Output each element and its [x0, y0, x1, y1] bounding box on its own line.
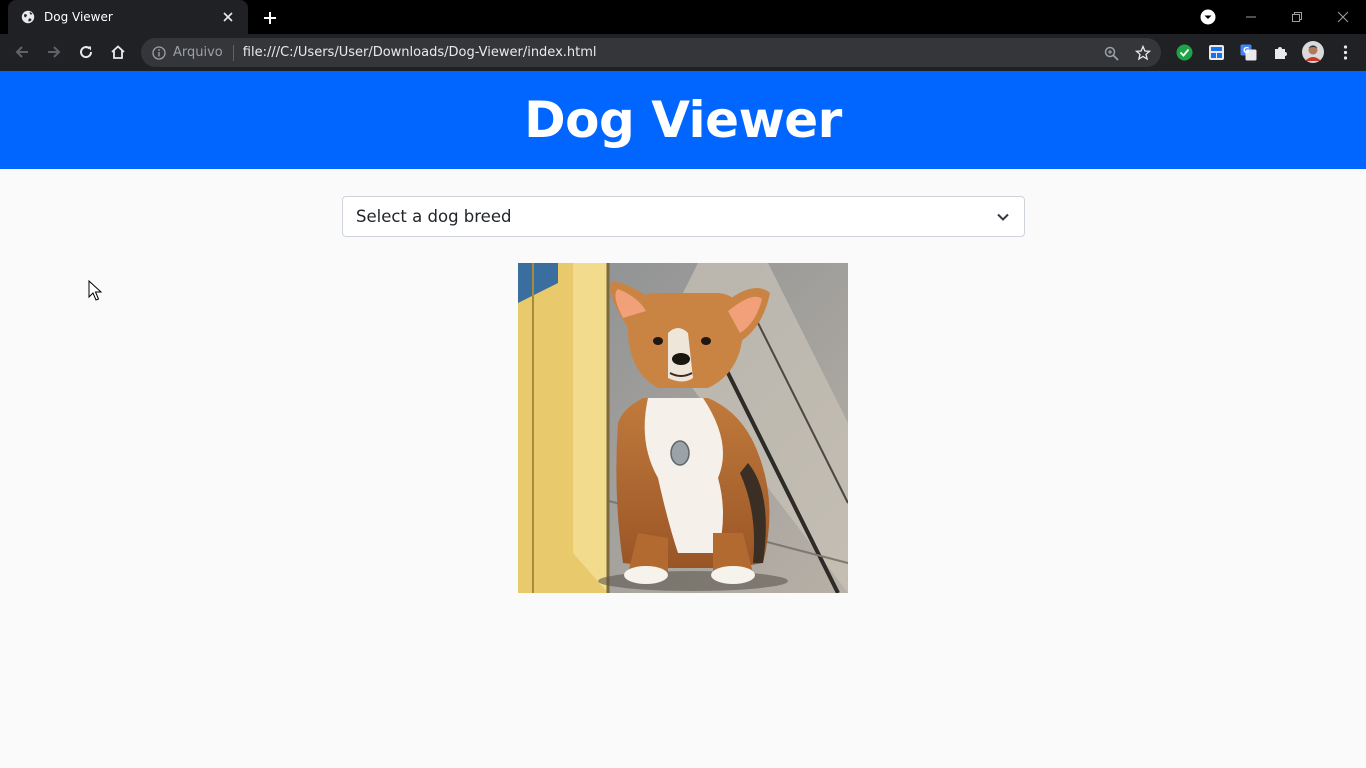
page-header: Dog Viewer — [0, 71, 1366, 169]
breed-select-value: Select a dog breed — [356, 207, 512, 226]
tab-title: Dog Viewer — [44, 10, 113, 24]
browser-tab[interactable]: Dog Viewer — [8, 0, 248, 34]
back-button[interactable] — [8, 38, 36, 66]
restore-button[interactable] — [1274, 0, 1320, 34]
puzzle-icon[interactable] — [1271, 43, 1289, 61]
page-body: Dog Viewer Select a dog breed — [0, 71, 1366, 768]
close-icon[interactable] — [220, 9, 236, 25]
arrow-right-icon — [48, 46, 61, 58]
home-icon — [111, 45, 125, 59]
globe-icon — [20, 9, 36, 25]
kebab-menu-icon[interactable] — [1336, 43, 1354, 61]
green-check-extension-icon[interactable] — [1175, 43, 1193, 61]
profile-avatar[interactable] — [1302, 41, 1324, 63]
info-icon[interactable] — [151, 45, 167, 61]
browser-toolbar: Arquivo file:///C:/Users/User/Downloads/… — [0, 34, 1366, 71]
window-close-button[interactable] — [1320, 0, 1366, 34]
page-title: Dog Viewer — [524, 91, 842, 149]
reload-icon — [80, 46, 93, 59]
mouse-pointer-icon — [88, 280, 102, 301]
zoom-icon[interactable] — [1102, 44, 1120, 62]
new-tab-button[interactable] — [258, 6, 282, 30]
plus-icon — [264, 12, 276, 24]
omnibox-divider — [232, 44, 234, 61]
reload-button[interactable] — [72, 38, 100, 66]
close-icon — [1337, 11, 1349, 23]
chevron-down-circle-icon — [1200, 9, 1216, 25]
browser-tab-strip: Dog Viewer — [0, 0, 1366, 34]
breed-select[interactable]: Select a dog breed — [342, 196, 1025, 237]
restore-icon — [1292, 12, 1302, 22]
home-button[interactable] — [104, 38, 132, 66]
page-scheme-label: Arquivo — [173, 45, 223, 60]
translate-page-extension-icon[interactable] — [1207, 43, 1225, 61]
url-text[interactable]: file:///C:/Users/User/Downloads/Dog-View… — [243, 45, 597, 60]
svg-text:G: G — [1243, 46, 1250, 55]
chevron-down-icon — [995, 209, 1011, 225]
minimize-icon — [1246, 16, 1256, 18]
corgi-photo — [518, 263, 848, 593]
forward-button[interactable] — [40, 38, 68, 66]
star-icon[interactable] — [1134, 44, 1152, 62]
tab-search-button[interactable] — [1197, 6, 1219, 28]
arrow-left-icon — [15, 46, 28, 58]
google-translate-icon[interactable]: G — [1239, 43, 1257, 61]
minimize-button[interactable] — [1228, 0, 1274, 34]
address-bar[interactable]: Arquivo file:///C:/Users/User/Downloads/… — [141, 38, 1161, 67]
